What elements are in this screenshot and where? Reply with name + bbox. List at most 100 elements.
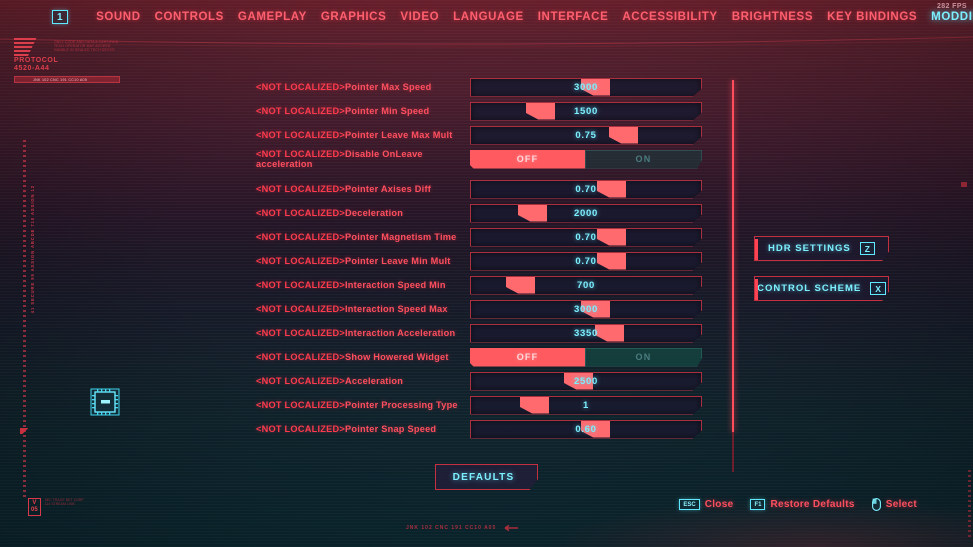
slider-track[interactable]: 0.70 [470,251,702,271]
control-scheme-label: CONTROL SCHEME [757,283,862,294]
not-localized-prefix: <NOT LOCALIZED> [256,352,345,362]
setting-label-pointer-snap-speed: <NOT LOCALIZED>Pointer Snap Speed [256,424,462,434]
slider-pointer-processing-type[interactable]: 1 [470,395,702,415]
setting-label-text: Interaction Speed Min [345,280,446,290]
setting-label-text: Pointer Processing Type [345,400,458,410]
slider-deceleration[interactable]: 2000 [470,203,702,223]
tab-language[interactable]: LANGUAGE [453,11,524,23]
not-localized-prefix: <NOT LOCALIZED> [256,424,345,434]
setting-row-disable-onleave-acceleration: <NOT LOCALIZED>Disable OnLeave accelerat… [0,148,973,170]
hdr-settings-button[interactable]: HDR SETTINGS Z [754,236,889,261]
setting-label-text: Show Howered Widget [345,352,449,362]
setting-label-text: Pointer Min Speed [345,106,430,116]
setting-row-show-howered-widget: <NOT LOCALIZED>Show Howered Widget OFF ON [0,346,973,368]
bottom-hint-bar: ESC Close F1 Restore Defaults Select [679,498,917,511]
not-localized-prefix: <NOT LOCALIZED> [256,82,345,92]
tab-interface[interactable]: INTERFACE [538,11,609,23]
tab-gameplay[interactable]: GAMEPLAY [238,11,307,23]
hint-restore-defaults[interactable]: F1 Restore Defaults [750,499,854,510]
version-stamp: V 05 SEC TRACE NET CORP 114 STREAM LINK [28,498,85,516]
setting-label-interaction-acceleration: <NOT LOCALIZED>Interaction Acceleration [256,328,462,338]
control-scheme-button[interactable]: CONTROL SCHEME X [754,276,889,301]
toggle-option-off[interactable]: OFF [470,149,585,169]
toggle-option-off[interactable]: OFF [470,347,585,367]
slider-track[interactable]: 3350 [470,323,702,343]
hint-close[interactable]: ESC Close [679,499,733,510]
setting-label-text: Interaction Acceleration [345,328,456,338]
tab-video[interactable]: VIDEO [400,11,439,23]
slider-track[interactable]: 3000 [470,77,702,97]
not-localized-prefix: <NOT LOCALIZED> [256,184,345,194]
slider-value: 1 [583,399,589,411]
setting-row-pointer-leave-max-mult: <NOT LOCALIZED>Pointer Leave Max Mult 0.7… [0,124,973,146]
hdr-settings-keycap[interactable]: Z [859,242,875,255]
slider-track[interactable]: 3000 [470,299,702,319]
tab-bar: 1 SOUND CONTROLS GAMEPLAY GRAPHICS VIDEO LANG… [0,0,973,34]
slider-value: 3350 [574,327,598,339]
tab-brightness[interactable]: BRIGHTNESS [732,11,813,23]
slider-pointer-magnetism-time[interactable]: 0.70 [470,227,702,247]
slider-track[interactable]: 1500 [470,101,702,121]
tab-key-bindings[interactable]: KEY BINDINGS [827,11,917,23]
tab-sound[interactable]: SOUND [96,11,141,23]
not-localized-prefix: <NOT LOCALIZED> [256,208,345,218]
slider-pointer-axises-diff[interactable]: 0.70 [470,179,702,199]
setting-label-text: Pointer Magnetism Time [345,232,457,242]
slider-track[interactable]: 0.70 [470,179,702,199]
toggle-option-on[interactable]: ON [585,347,702,367]
slider-pointer-leave-min-mult[interactable]: 0.70 [470,251,702,271]
setting-label-show-howered-widget: <NOT LOCALIZED>Show Howered Widget [256,352,462,362]
slider-pointer-leave-max-mult[interactable]: 0.75 [470,125,702,145]
hdr-settings-label: HDR SETTINGS [768,243,851,254]
tab-controls[interactable]: CONTROLS [155,11,224,23]
setting-label-interaction-speed-min: <NOT LOCALIZED>Interaction Speed Min [256,280,462,290]
button-accent-edge [755,279,758,300]
not-localized-prefix: <NOT LOCALIZED> [256,256,345,266]
setting-row-acceleration: <NOT LOCALIZED>Acceleration 2500 [0,370,973,392]
defaults-button[interactable]: DEFAULTS [435,464,538,490]
not-localized-prefix: <NOT LOCALIZED> [256,376,345,386]
bottom-code-text: JNK 102 CNC 191 CC10 A05 [406,525,519,531]
hint-select[interactable]: Select [871,498,917,511]
defaults-button-label: DEFAULTS [452,471,515,483]
hint-keycap[interactable]: F1 [750,499,766,510]
toggle-option-on[interactable]: ON [585,149,702,169]
setting-label-disable-onleave-acceleration: <NOT LOCALIZED>Disable OnLeave accelerat… [256,149,462,169]
version-stamp-text: SEC TRACE NET CORP 114 STREAM LINK [44,498,84,506]
toggle-show-howered-widget[interactable]: OFF ON [470,347,702,367]
hint-keycap[interactable]: ESC [679,499,700,510]
slider-value: 0.60 [575,423,597,435]
setting-label-text: Pointer Leave Min Mult [345,256,451,266]
control-scheme-keycap[interactable]: X [870,282,886,295]
settings-scrollbar[interactable] [732,80,734,432]
slider-pointer-snap-speed[interactable]: 0.60 [470,419,702,439]
slider-track[interactable]: 0.60 [470,419,702,439]
toggle-disable-onleave-acceleration[interactable]: OFF ON [470,149,702,169]
settings-scrollbar-track[interactable] [732,432,734,472]
tab-accessibility[interactable]: ACCESSIBILITY [622,11,717,23]
slider-pointer-min-speed[interactable]: 1500 [470,101,702,121]
tab-list: SOUND CONTROLS GAMEPLAY GRAPHICS VIDEO LANGUA… [96,11,973,23]
slider-interaction-speed-max[interactable]: 3000 [470,299,702,319]
not-localized-prefix: <NOT LOCALIZED> [256,149,345,159]
slider-track[interactable]: 700 [470,275,702,295]
slider-track[interactable]: 0.70 [470,227,702,247]
tab-not-localized-modding-haven[interactable]: MODDING HAVEN [931,11,973,23]
slider-pointer-max-speed[interactable]: 3000 [470,77,702,97]
prev-tab-keycap[interactable]: 1 [52,10,69,24]
slider-interaction-speed-min[interactable]: 700 [470,275,702,295]
slider-track[interactable]: 2000 [470,203,702,223]
tab-graphics[interactable]: GRAPHICS [321,11,387,23]
setting-label-pointer-max-speed: <NOT LOCALIZED>Pointer Max Speed [256,82,462,92]
slider-interaction-acceleration[interactable]: 3350 [470,323,702,343]
slider-track[interactable]: 2500 [470,371,702,391]
setting-row-pointer-max-speed: <NOT LOCALIZED>Pointer Max Speed 3000 [0,76,973,98]
setting-label-deceleration: <NOT LOCALIZED>Deceleration [256,208,462,218]
setting-label-text: Acceleration [345,376,404,386]
slider-track[interactable]: 1 [470,395,702,415]
setting-label-text: Deceleration [345,208,404,218]
protocol-logo-icon [14,38,46,56]
slider-value: 700 [577,279,595,291]
slider-acceleration[interactable]: 2500 [470,371,702,391]
slider-track[interactable]: 0.75 [470,125,702,145]
